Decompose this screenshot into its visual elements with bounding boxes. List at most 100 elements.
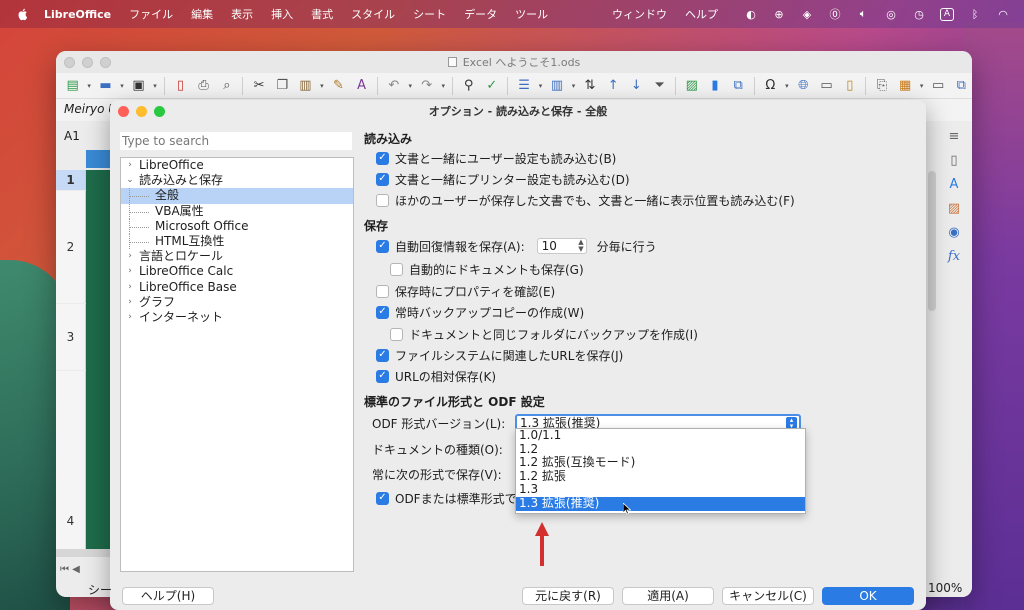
special-character-icon[interactable]: Ω [760, 76, 781, 96]
menu-view[interactable]: 表示 [231, 6, 253, 22]
load-view-position-checkbox[interactable] [376, 193, 389, 207]
odf-warn-row[interactable]: ✓ ODFまたは標準形式で [376, 490, 517, 506]
new-dropdown-icon[interactable]: ▾ [85, 76, 93, 96]
odf-warn-checkbox[interactable]: ✓ [376, 491, 389, 505]
split-window-icon[interactable]: ▭ [928, 76, 949, 96]
dialog-minimize-button[interactable] [136, 106, 147, 117]
show-draw-functions-icon[interactable]: ⧉ [951, 76, 972, 96]
sort-icon[interactable]: ⇅ [579, 76, 600, 96]
autosave-doc-row[interactable]: 自動的にドキュメントも保存(G) [390, 261, 584, 277]
define-print-area-icon[interactable]: ⎘ [871, 76, 892, 96]
chevron-right-icon[interactable]: › [125, 249, 135, 264]
paste-dropdown-icon[interactable]: ▾ [318, 76, 326, 96]
column-header-selected[interactable] [86, 150, 112, 168]
clone-formatting-icon[interactable]: ✎ [328, 76, 349, 96]
backup-row[interactable]: ✓ 常時バックアップコピーの作成(W) [376, 304, 584, 320]
url-relative-checkbox[interactable]: ✓ [376, 369, 389, 383]
save-dropdown-icon[interactable]: ▾ [151, 76, 159, 96]
spelling-icon[interactable]: ✓ [481, 76, 502, 96]
load-printer-settings-checkbox[interactable]: ✓ [376, 172, 389, 186]
clock-icon[interactable]: ◷ [912, 7, 926, 21]
backup-same-folder-checkbox[interactable] [390, 327, 403, 341]
apply-button[interactable]: 適用(A) [622, 587, 714, 605]
freeze-dropdown-icon[interactable]: ▾ [918, 76, 926, 96]
open-icon[interactable]: ▬ [95, 76, 116, 96]
tree-item[interactable]: VBA属性 [121, 203, 353, 219]
status-app-icon[interactable]: ◐ [744, 7, 758, 21]
autofilter-icon[interactable]: ⏷ [649, 76, 670, 96]
dropdown-option[interactable]: 1.3 [516, 483, 805, 497]
menu-app[interactable]: LibreOffice [44, 8, 111, 21]
url-relative-row[interactable]: ✓ URLの相対保存(K) [376, 368, 496, 384]
minimize-button[interactable] [82, 57, 93, 68]
tree-item[interactable]: Microsoft Office [121, 218, 353, 234]
name-box[interactable]: A1 [56, 129, 116, 147]
autorecover-minutes-spinner[interactable]: 10 ▲ ▼ [536, 238, 587, 254]
insert-chart-icon[interactable]: ▮ [704, 76, 725, 96]
input-source-icon[interactable]: A [939, 7, 955, 21]
dropdown-option[interactable]: 1.2 [516, 442, 805, 457]
find-replace-icon[interactable]: ⚲ [458, 76, 479, 96]
hyperlink-icon[interactable]: 🌐︎ [793, 76, 814, 96]
vertical-scrollbar[interactable] [928, 171, 936, 311]
zoom-button[interactable] [100, 57, 111, 68]
copy-icon[interactable]: ❐ [272, 76, 293, 96]
navigator-icon[interactable]: ◉ [945, 223, 963, 241]
tree-item[interactable]: › LibreOffice Calc [121, 264, 353, 279]
row-header-4[interactable]: 4 [56, 371, 86, 551]
row-header-3[interactable]: 3 [56, 304, 86, 370]
cancel-button[interactable]: キャンセル(C) [722, 587, 814, 605]
redo-icon[interactable]: ↷ [416, 76, 437, 96]
export-pdf-icon[interactable]: ▯ [170, 76, 191, 96]
spinner-arrows-icon[interactable]: ▲ ▼ [578, 239, 583, 253]
menu-data[interactable]: データ [464, 6, 497, 22]
airdrop-icon[interactable]: ◎ [884, 7, 898, 21]
tree-item[interactable]: › グラフ [121, 295, 353, 310]
confirm-props-checkbox[interactable] [376, 284, 389, 298]
load-user-settings-checkbox[interactable]: ✓ [376, 151, 389, 165]
url-filesystem-row[interactable]: ✓ ファイルシステムに関連したURLを保存(J) [376, 347, 623, 363]
status-layers-icon[interactable]: ◈ [800, 7, 814, 21]
sort-descending-icon[interactable]: ↓ [626, 76, 647, 96]
row-header-2[interactable]: 2 [56, 191, 86, 303]
autosave-doc-checkbox[interactable] [390, 262, 403, 276]
sheet-tab[interactable]: シー [88, 581, 112, 598]
sidebar-menu-icon[interactable]: ≡ [945, 127, 963, 145]
close-button[interactable] [64, 57, 75, 68]
chevron-down-icon[interactable]: ⌄ [125, 173, 135, 188]
dropdown-option[interactable]: 1.3 拡張(推奨) [516, 496, 805, 511]
tree-item[interactable]: › インターネット [121, 310, 353, 325]
dropdown-option[interactable]: 1.0/1.1 [516, 428, 805, 443]
menu-insert[interactable]: 挿入 [271, 6, 293, 22]
print-icon[interactable]: ⎙ [193, 76, 214, 96]
load-user-settings-row[interactable]: ✓ 文書と一緒にユーザー設定も読み込む(B) [376, 150, 616, 166]
insert-image-icon[interactable]: ▨ [681, 76, 702, 96]
special-character-dropdown-icon[interactable]: ▾ [783, 76, 791, 96]
menu-tools[interactable]: ツール [515, 6, 548, 22]
column-icon[interactable]: ▥ [546, 76, 567, 96]
sort-ascending-icon[interactable]: ↑ [603, 76, 624, 96]
pivot-table-icon[interactable]: ⧉ [728, 76, 749, 96]
tree-item[interactable]: 全般 [121, 188, 353, 204]
properties-icon[interactable]: ▯ [945, 151, 963, 169]
undo-dropdown-icon[interactable]: ▾ [406, 76, 414, 96]
row-dropdown-icon[interactable]: ▾ [537, 76, 545, 96]
comment-icon[interactable]: ▭ [816, 76, 837, 96]
paste-icon[interactable]: ▥ [295, 76, 316, 96]
new-icon[interactable]: ▤ [62, 76, 83, 96]
print-preview-icon[interactable]: ⌕ [216, 76, 237, 96]
tree-item[interactable]: › LibreOffice Base [121, 280, 353, 295]
load-printer-settings-row[interactable]: ✓ 文書と一緒にプリンター設定も読み込む(D) [376, 171, 630, 187]
tree-item[interactable]: › LibreOffice [121, 158, 353, 173]
chevron-right-icon[interactable]: › [125, 264, 135, 279]
dialog-zoom-button[interactable] [154, 106, 165, 117]
tree-item[interactable]: HTML互換性 [121, 233, 353, 249]
url-filesystem-checkbox[interactable]: ✓ [376, 348, 389, 362]
chevron-right-icon[interactable]: › [125, 295, 135, 310]
gallery-icon[interactable]: ▨ [945, 199, 963, 217]
volume-icon[interactable]: 🔈︎ [856, 7, 870, 21]
menu-sheet[interactable]: シート [413, 6, 446, 22]
menu-edit[interactable]: 編集 [191, 6, 213, 22]
functions-icon[interactable]: fx [945, 247, 963, 265]
dialog-close-button[interactable] [118, 106, 129, 117]
